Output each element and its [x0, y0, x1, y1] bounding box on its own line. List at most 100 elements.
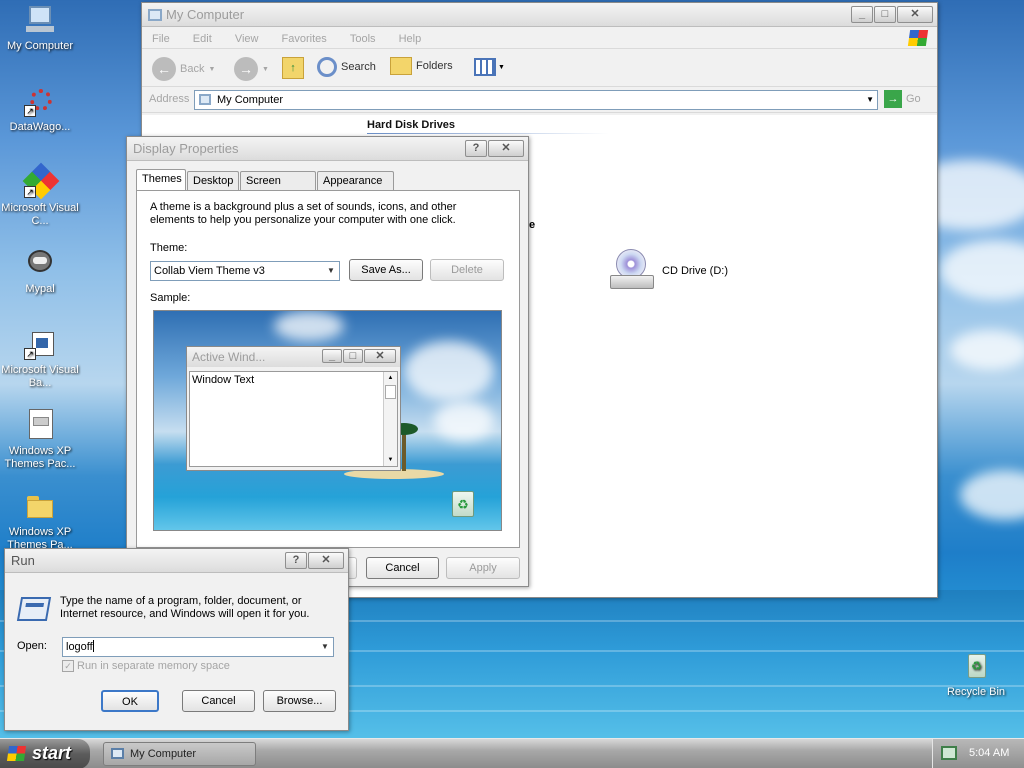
close-button[interactable]: ✕: [897, 6, 933, 23]
desktop-icon-mypal[interactable]: Mypal: [0, 247, 80, 296]
menu-bar: File Edit View Favorites Tools Help: [142, 27, 937, 49]
address-value: My Computer: [217, 94, 284, 106]
datawagon-icon: ↗: [24, 85, 56, 117]
views-icon: [474, 58, 496, 76]
computer-icon: [148, 9, 162, 21]
back-button[interactable]: ← Back ▼: [152, 57, 215, 81]
desktop-icon-label: Recycle Bin: [946, 686, 1006, 698]
cancel-button[interactable]: Cancel: [366, 557, 439, 579]
tab-themes[interactable]: Themes: [136, 169, 186, 190]
save-as-button[interactable]: Save As...: [349, 259, 423, 281]
title-bar[interactable]: Display Properties ? ✕: [127, 137, 528, 161]
open-input[interactable]: logoff ▼: [62, 637, 334, 657]
search-button[interactable]: Search: [317, 57, 376, 77]
apply-button[interactable]: Apply: [446, 557, 520, 579]
cd-drive-icon: [608, 247, 656, 295]
themes-description: A theme is a background plus a set of so…: [150, 201, 457, 226]
folder-icon: [24, 490, 56, 522]
tab-screen-saver[interactable]: Screen Saver: [240, 171, 316, 205]
section-header: Hard Disk Drives: [367, 119, 456, 131]
network-icon[interactable]: [941, 746, 957, 760]
visual-basic-icon: ↗: [24, 328, 56, 360]
close-button[interactable]: ✕: [308, 552, 344, 569]
computer-icon: [199, 94, 211, 105]
start-button[interactable]: start: [0, 739, 90, 768]
desktop-icon-label: Microsoft Visual C...: [1, 202, 79, 227]
sample-window-title: Active Wind...: [192, 350, 266, 364]
tab-desktop[interactable]: Desktop: [187, 171, 239, 190]
theme-value: Collab Viem Theme v3: [154, 265, 265, 277]
taskbar-task-my-computer[interactable]: My Computer: [103, 742, 256, 766]
cancel-button[interactable]: Cancel: [182, 690, 255, 712]
minimize-button[interactable]: _: [851, 6, 873, 23]
dialog-title: Run: [11, 553, 35, 568]
maximize-button[interactable]: □: [874, 6, 896, 23]
text-cursor: [92, 640, 94, 652]
menu-edit[interactable]: Edit: [193, 33, 212, 45]
partial-label: e: [529, 219, 536, 231]
title-bar[interactable]: Run ? ✕: [5, 549, 348, 573]
memory-space-checkbox[interactable]: ✓ Run in separate memory space: [62, 660, 230, 672]
sample-label: Sample:: [150, 292, 191, 304]
sample-window-text: Window Text: [192, 374, 255, 386]
go-button[interactable]: → Go: [884, 90, 921, 108]
run-description: Type the name of a program, folder, docu…: [60, 595, 310, 620]
close-button[interactable]: ✕: [488, 140, 524, 157]
clock: 5:04 AM: [969, 747, 1010, 759]
menu-favorites[interactable]: Favorites: [282, 33, 327, 45]
close-icon: ✕: [364, 349, 396, 363]
run-dialog: Run ? ✕ Type the name of a program, fold…: [4, 548, 349, 731]
minimize-icon: _: [322, 349, 342, 363]
desktop-icon-datawago[interactable]: ↗ DataWago...: [0, 85, 80, 134]
sample-preview: ♻ Active Wind... _ □ ✕ Window Text ▲ ▼: [153, 310, 502, 531]
desktop-icon-xp-themes-folder[interactable]: Windows XP Themes Pa...: [0, 490, 80, 552]
desktop-icon-my-computer[interactable]: My Computer: [0, 4, 80, 53]
forward-button[interactable]: → ▼: [234, 57, 269, 81]
desktop-icon-label: Mypal: [25, 283, 55, 295]
chevron-down-icon: ▼: [208, 65, 216, 73]
help-button[interactable]: ?: [285, 552, 307, 569]
desktop-icon-label: My Computer: [6, 40, 74, 52]
taskbar: start My Computer 5:04 AM: [0, 738, 1024, 768]
chevron-down-icon[interactable]: ▼: [317, 638, 333, 656]
mypal-icon: [24, 247, 56, 279]
chevron-down-icon: ▼: [327, 266, 335, 275]
address-label: Address: [149, 93, 190, 105]
cd-drive-item[interactable]: CD Drive (D:): [608, 247, 728, 295]
menu-help[interactable]: Help: [399, 33, 422, 45]
checkbox-label: Run in separate memory space: [77, 660, 230, 672]
menu-file[interactable]: File: [152, 33, 170, 45]
task-label: My Computer: [130, 748, 197, 760]
delete-button[interactable]: Delete: [430, 259, 504, 281]
back-label: Back: [180, 63, 205, 75]
help-button[interactable]: ?: [465, 140, 487, 157]
browse-button[interactable]: Browse...: [263, 690, 336, 712]
desktop-icon-recycle-bin[interactable]: ♻ Recycle Bin: [936, 650, 1016, 699]
views-button[interactable]: ▼: [474, 58, 505, 76]
theme-select[interactable]: Collab Viem Theme v3 ▼: [150, 261, 340, 281]
desktop-icon-visual-basic[interactable]: ↗ Microsoft Visual Ba...: [0, 328, 80, 390]
menu-tools[interactable]: Tools: [350, 33, 376, 45]
document-icon: [24, 409, 56, 441]
forward-arrow-icon: →: [234, 57, 258, 81]
desktop-icon-label: Microsoft Visual Ba...: [1, 364, 79, 389]
toolbar: ← Back ▼ → ▼ ↑ Search Folders ▼: [142, 49, 937, 87]
sample-window-body: Window Text ▲ ▼: [189, 371, 398, 467]
computer-icon: [111, 748, 124, 759]
display-properties-dialog: Display Properties ? ✕ Themes Desktop Sc…: [126, 136, 529, 587]
desktop-icon-xp-themes-pack[interactable]: Windows XP Themes Pac...: [0, 409, 80, 471]
desktop-icon-label: DataWago...: [9, 121, 71, 133]
tab-appearance[interactable]: Appearance: [317, 171, 394, 190]
desktop-icon-visual-c[interactable]: ↗ Microsoft Visual C...: [0, 162, 80, 228]
palm-tree-icon: [402, 429, 406, 471]
chevron-down-icon[interactable]: ▼: [866, 91, 874, 109]
menu-view[interactable]: View: [235, 33, 259, 45]
title-bar[interactable]: My Computer _ □ ✕: [142, 3, 937, 27]
window-title: My Computer: [166, 7, 245, 22]
ok-button[interactable]: OK: [101, 690, 159, 712]
up-folder-button[interactable]: ↑: [282, 57, 304, 79]
address-input[interactable]: My Computer ▼: [194, 90, 878, 110]
checkbox-icon: ✓: [62, 660, 74, 672]
folders-button[interactable]: Folders: [390, 57, 453, 75]
windows-logo-icon: [6, 746, 27, 761]
